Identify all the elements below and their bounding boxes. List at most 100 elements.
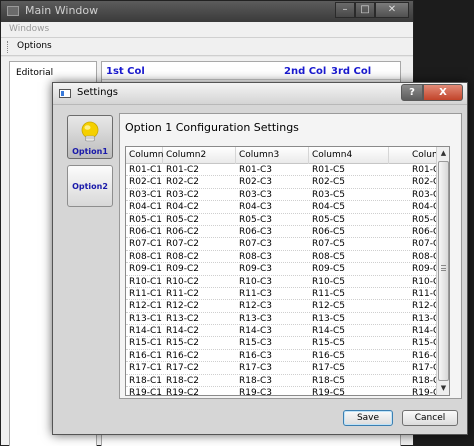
- table-cell[interactable]: R18-C3: [236, 375, 309, 387]
- table-cell[interactable]: R19-C5: [309, 387, 389, 395]
- table-row[interactable]: R09-C1 R09-C2 R09-C3 R09-C5 R09-C5: [126, 263, 445, 276]
- table-cell[interactable]: R18-C5: [309, 375, 389, 387]
- table-row[interactable]: R08-C1 R08-C2 R08-C3 R08-C5 R08-C5: [126, 251, 445, 264]
- table-header-cell[interactable]: Column3: [236, 147, 309, 164]
- table-cell[interactable]: R17-C2: [163, 362, 236, 374]
- table-row[interactable]: R10-C1 R10-C2 R10-C3 R10-C5 R10-C5: [126, 276, 445, 288]
- table-cell[interactable]: R18-C2: [163, 375, 236, 387]
- table-row[interactable]: R06-C1 R06-C2 R06-C3 R06-C5 R06-C5: [126, 226, 445, 239]
- table-cell[interactable]: R08-C2: [163, 251, 236, 263]
- table-cell[interactable]: R16-C3: [236, 350, 309, 362]
- table-row[interactable]: R05-C1 R05-C2 R05-C3 R05-C5 R05-C5: [126, 214, 445, 226]
- table-cell[interactable]: R04-C2: [163, 201, 236, 213]
- table-row[interactable]: R07-C1 R07-C2 R07-C3 R07-C5 R07-C5: [126, 238, 445, 251]
- table-cell[interactable]: R09-C2: [163, 263, 236, 275]
- table-cell[interactable]: R17-C3: [236, 362, 309, 374]
- scroll-thumb[interactable]: [438, 161, 449, 381]
- main-col-1st[interactable]: 1st Col: [106, 66, 145, 77]
- table-cell[interactable]: R11-C1: [126, 288, 163, 300]
- menu-windows[interactable]: Windows: [9, 24, 49, 34]
- table-cell[interactable]: R06-C5: [389, 226, 445, 238]
- table-header-cell[interactable]: Column: [126, 147, 163, 164]
- dialog-close-button[interactable]: X: [423, 84, 463, 101]
- option2-button[interactable]: Option2: [67, 165, 113, 207]
- table-cell[interactable]: R15-C5: [309, 337, 389, 349]
- toolbar-grip-icon[interactable]: [7, 41, 9, 53]
- table-cell[interactable]: R09-C5: [389, 263, 445, 275]
- table-cell[interactable]: R01-C5: [309, 164, 389, 176]
- table-cell[interactable]: R03-C2: [163, 189, 236, 201]
- table-cell[interactable]: R06-C5: [309, 226, 389, 238]
- cancel-button[interactable]: Cancel: [402, 410, 458, 426]
- minimize-icon[interactable]: –: [335, 2, 355, 18]
- table-cell[interactable]: R02-C5: [309, 176, 389, 188]
- toolbar-options-button[interactable]: Options: [17, 41, 52, 51]
- table-cell[interactable]: R12-C5: [309, 300, 389, 312]
- table-row[interactable]: R11-C1 R11-C2 R11-C3 R11-C5 R11-C5: [126, 288, 445, 301]
- table-cell[interactable]: R09-C3: [236, 263, 309, 275]
- table-cell[interactable]: R14-C2: [163, 325, 236, 337]
- table-cell[interactable]: R04-C1: [126, 201, 163, 213]
- table-cell[interactable]: R11-C5: [389, 288, 445, 300]
- table-cell[interactable]: R01-C3: [236, 164, 309, 176]
- table-cell[interactable]: R02-C1: [126, 176, 163, 188]
- table-cell[interactable]: R09-C5: [309, 263, 389, 275]
- table-cell[interactable]: R14-C5: [389, 325, 445, 337]
- table-cell[interactable]: R05-C2: [163, 214, 236, 226]
- table-cell[interactable]: R06-C3: [236, 226, 309, 238]
- table-cell[interactable]: R14-C1: [126, 325, 163, 337]
- table-cell[interactable]: R16-C1: [126, 350, 163, 362]
- table-cell[interactable]: R13-C3: [236, 313, 309, 325]
- scroll-up-icon[interactable]: ▲: [437, 147, 449, 160]
- table-cell[interactable]: R01-C5: [389, 164, 445, 176]
- table-row[interactable]: R19-C1 R19-C2 R19-C3 R19-C5 R19-C5: [126, 387, 445, 395]
- main-col-2nd[interactable]: 2nd Col: [284, 66, 326, 77]
- maximize-icon[interactable]: □: [355, 2, 375, 18]
- table-row[interactable]: R04-C1 R04-C2 R04-C3 R04-C5 R04-C5: [126, 201, 445, 214]
- table-cell[interactable]: R12-C3: [236, 300, 309, 312]
- table-cell[interactable]: R01-C2: [163, 164, 236, 176]
- table-cell[interactable]: R03-C1: [126, 189, 163, 201]
- dialog-titlebar[interactable]: Settings ? X: [53, 83, 467, 105]
- table-row[interactable]: R17-C1 R17-C2 R17-C3 R17-C5 R17-C5: [126, 362, 445, 375]
- table-cell[interactable]: R07-C2: [163, 238, 236, 250]
- table-cell[interactable]: R10-C5: [389, 276, 445, 288]
- table-cell[interactable]: R15-C1: [126, 337, 163, 349]
- table-cell[interactable]: R15-C3: [236, 337, 309, 349]
- table-row[interactable]: R18-C1 R18-C2 R18-C3 R18-C5 R18-C5: [126, 375, 445, 388]
- table-cell[interactable]: R01-C1: [126, 164, 163, 176]
- table-cell[interactable]: R12-C2: [163, 300, 236, 312]
- table-cell[interactable]: R11-C3: [236, 288, 309, 300]
- table-cell[interactable]: R10-C2: [163, 276, 236, 288]
- table-row[interactable]: R03-C1 R03-C2 R03-C3 R03-C5 R03-C5: [126, 189, 445, 202]
- table-cell[interactable]: R04-C5: [309, 201, 389, 213]
- table-cell[interactable]: R05-C5: [389, 214, 445, 226]
- table-cell[interactable]: R08-C5: [389, 251, 445, 263]
- scroll-down-icon[interactable]: ▼: [437, 382, 449, 395]
- table-cell[interactable]: R19-C2: [163, 387, 236, 395]
- table-cell[interactable]: R12-C1: [126, 300, 163, 312]
- table-cell[interactable]: R17-C1: [126, 362, 163, 374]
- main-col-3rd[interactable]: 3rd Col: [331, 66, 371, 77]
- table-cell[interactable]: R07-C1: [126, 238, 163, 250]
- table-cell[interactable]: R06-C1: [126, 226, 163, 238]
- table-cell[interactable]: R04-C5: [389, 201, 445, 213]
- table-cell[interactable]: R15-C5: [389, 337, 445, 349]
- table-cell[interactable]: R18-C1: [126, 375, 163, 387]
- list-item-editorial[interactable]: Editorial: [16, 68, 53, 78]
- table-header-cell[interactable]: Column2: [163, 147, 236, 164]
- table-header-cell[interactable]: Column5: [389, 147, 449, 164]
- table-cell[interactable]: R02-C3: [236, 176, 309, 188]
- table-cell[interactable]: R04-C3: [236, 201, 309, 213]
- table-cell[interactable]: R14-C5: [309, 325, 389, 337]
- table-cell[interactable]: R05-C3: [236, 214, 309, 226]
- table-row[interactable]: R14-C1 R14-C2 R14-C3 R14-C5 R14-C5: [126, 325, 445, 338]
- table-cell[interactable]: R15-C2: [163, 337, 236, 349]
- table-cell[interactable]: R13-C5: [309, 313, 389, 325]
- table-cell[interactable]: R16-C5: [389, 350, 445, 362]
- option1-button[interactable]: Option1: [67, 115, 113, 159]
- table-cell[interactable]: R02-C5: [389, 176, 445, 188]
- main-titlebar[interactable]: Main Window – □ ✕: [1, 1, 413, 22]
- table-cell[interactable]: R13-C5: [389, 313, 445, 325]
- table-cell[interactable]: R19-C5: [389, 387, 445, 395]
